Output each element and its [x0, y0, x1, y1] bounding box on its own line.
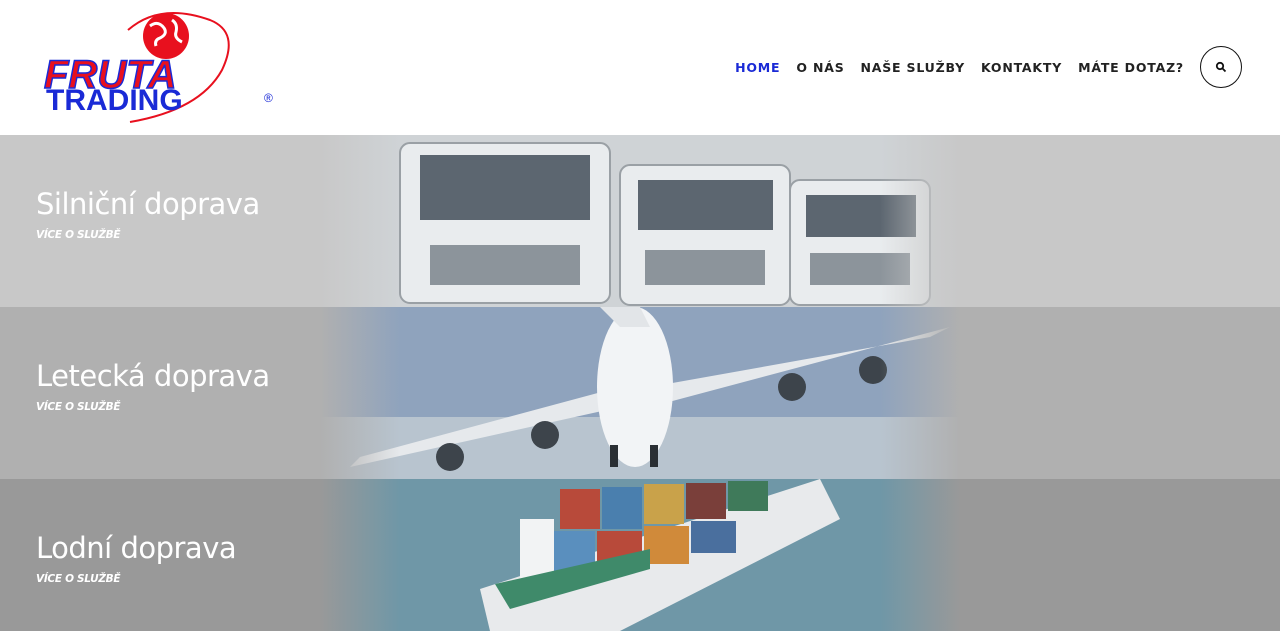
- image-fade-left: [320, 135, 400, 307]
- nav-mate-dotaz[interactable]: MÁTE DOTAZ?: [1078, 60, 1184, 75]
- fruta-trading-logo[interactable]: FRUTA TRADING ®: [40, 10, 290, 128]
- main-nav: HOME O NÁS NAŠE SLUŽBY KONTAKTY MÁTE DOT…: [719, 60, 1184, 75]
- container-ship-image: [320, 479, 960, 631]
- more-link[interactable]: VÍCE O SLUŽBĚ: [36, 401, 121, 413]
- service-panel-air[interactable]: Letecká doprava VÍCE O SLUŽBĚ: [0, 307, 1280, 479]
- svg-text:®: ®: [264, 91, 273, 105]
- nav-kontakty[interactable]: KONTAKTY: [981, 60, 1062, 75]
- image-fade-right: [880, 479, 960, 631]
- more-link[interactable]: VÍCE O SLUŽBĚ: [36, 229, 121, 241]
- airplane-image: [320, 307, 960, 479]
- image-fade-right: [880, 307, 960, 479]
- more-link[interactable]: VÍCE O SLUŽBĚ: [36, 573, 121, 585]
- panel-title: Lodní doprava: [36, 531, 237, 565]
- service-panel-sea[interactable]: Lodní doprava VÍCE O SLUŽBĚ: [0, 479, 1280, 631]
- service-panel-road[interactable]: Silniční doprava VÍCE O SLUŽBĚ: [0, 135, 1280, 307]
- nav-o-nas[interactable]: O NÁS: [796, 60, 844, 75]
- site-header: FRUTA TRADING ® HOME O NÁS NAŠE SLUŽBY K…: [0, 0, 1280, 135]
- trucks-image: [320, 135, 960, 307]
- svg-text:TRADING: TRADING: [46, 84, 183, 117]
- panel-title: Silniční doprava: [36, 187, 260, 221]
- nav-nase-sluzby[interactable]: NAŠE SLUŽBY: [861, 60, 965, 75]
- search-button[interactable]: [1200, 46, 1242, 88]
- nav-home[interactable]: HOME: [735, 60, 780, 75]
- image-fade-left: [320, 307, 400, 479]
- image-fade-left: [320, 479, 400, 631]
- panel-title: Letecká doprava: [36, 359, 270, 393]
- search-icon: [1215, 61, 1227, 73]
- image-fade-right: [880, 135, 960, 307]
